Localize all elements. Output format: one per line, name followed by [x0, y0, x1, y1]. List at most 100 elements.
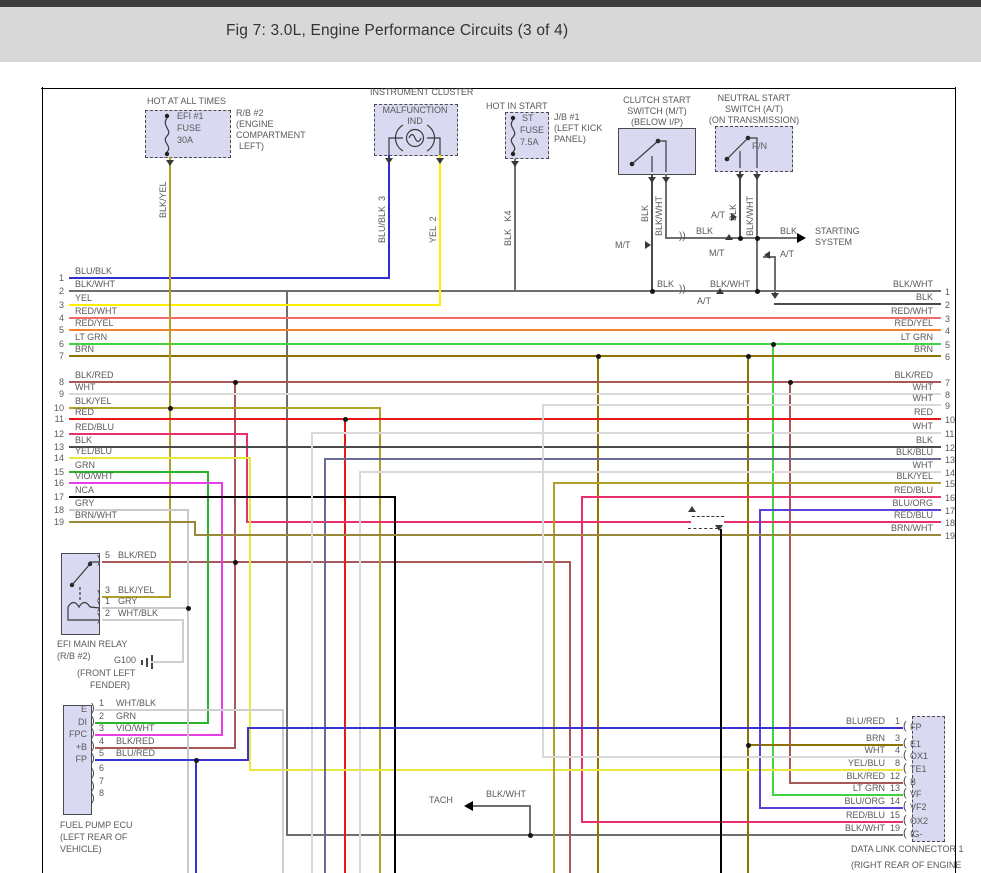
wire-blk-wht-2 — [286, 290, 288, 836]
dlc-pin-wire: LT GRN — [852, 783, 885, 793]
relay-pin-connector: ) — [97, 612, 101, 624]
ecu-pin-wire: VIO/WHT — [116, 723, 155, 733]
arrow-down — [753, 174, 761, 180]
wire-blk-wht-2 — [467, 805, 531, 807]
wire-lt-grn-6 — [69, 343, 941, 345]
fuse-icon — [164, 113, 170, 157]
arrow-up — [725, 234, 733, 240]
left-row-number: 4 — [58, 313, 64, 323]
wire-grn-15 — [207, 471, 209, 724]
relay-pin-number: 5 — [105, 550, 111, 560]
dlc-pin-name: VF2 — [910, 802, 927, 812]
label: INSTRUMENT CLUSTER — [370, 87, 474, 97]
right-row-wire-label: BLK/YEL — [896, 471, 933, 481]
junction-dot — [788, 380, 793, 385]
left-row-wire-label: RED — [75, 407, 95, 417]
wire-blu-blk-1 — [388, 155, 390, 279]
left-row-wire-label: RED/WHT — [75, 306, 117, 316]
ecu-pin-name: FPC — [69, 729, 87, 739]
relay-pin-wire: BLK/RED — [118, 550, 157, 560]
label: BLK — [780, 226, 798, 236]
wire-blu-red-fp — [95, 759, 249, 761]
wire-r2-blk — [774, 303, 941, 305]
label: A/T — [697, 296, 712, 306]
left-row-wire-label: VIO/WHT — [75, 471, 114, 481]
dlc-pin-wire: BRN — [865, 733, 885, 743]
right-row-wire-label: RED — [913, 407, 933, 417]
wire-blu-red-fp — [247, 727, 249, 761]
right-row-number: 17 — [945, 506, 956, 516]
ecu-pin-connector: ) — [91, 792, 95, 804]
label: R/B #2 — [236, 108, 264, 118]
label: BLK — [657, 279, 675, 289]
wire-wht-r9 — [542, 404, 941, 406]
ecu-pin-name: FP — [75, 754, 87, 764]
ecu-pin-wire: BLK/RED — [116, 736, 155, 746]
label: (LEFT REAR OF — [60, 832, 128, 842]
wire-blk-yel-10 — [169, 157, 171, 598]
dlc-pin-number: 15 — [889, 810, 900, 820]
ecu-pin-number: 3 — [99, 723, 105, 733]
wire-yel-blu-14 — [69, 457, 251, 459]
label: BLK/WHT — [745, 195, 755, 236]
label: SYSTEM — [815, 237, 853, 247]
dlc-pin-connector: ( — [903, 749, 907, 761]
arrow-up — [688, 506, 696, 512]
junction-dot — [233, 380, 238, 385]
right-row-number: 16 — [945, 493, 956, 503]
wire-nca-17 — [394, 496, 396, 873]
right-row-number: 11 — [945, 429, 955, 439]
left-row-number: 6 — [58, 339, 64, 349]
left-row-wire-label: BRN/WHT — [75, 510, 117, 520]
label: EFI #1 — [177, 111, 204, 121]
wire-blk-wht-2 — [69, 290, 941, 292]
wire-blu-red-fp — [247, 727, 903, 729]
dlc-pin-connector: ( — [903, 800, 907, 812]
wire-blu-blk-1 — [69, 277, 390, 279]
label: VEHICLE) — [60, 844, 102, 854]
wire-blk-red-8 — [102, 561, 571, 563]
arrow-down — [511, 161, 519, 167]
wire-yel-3 — [439, 155, 441, 306]
right-row-number: 7 — [945, 378, 951, 388]
arrow-down — [771, 293, 779, 299]
right-row-number: 2 — [945, 300, 951, 310]
dlc-pin-connector: ( — [903, 720, 907, 732]
dlc-pin-connector: ( — [903, 775, 907, 787]
arrow-down — [166, 160, 174, 166]
left-row-number: 18 — [53, 505, 64, 515]
ecu-pin-number: 8 — [99, 788, 105, 798]
ecu-pin-number: 2 — [99, 711, 105, 721]
wire-wht-r11 — [311, 432, 313, 873]
wire-red-wht-4 — [69, 317, 941, 319]
wire-blu-red-fp — [195, 759, 197, 873]
right-row-wire-label: BLK/WHT — [892, 279, 933, 289]
wire-brn-7 — [69, 355, 941, 357]
wire-wht-blk-ecu — [282, 709, 284, 873]
ecu-pin-number: 5 — [99, 748, 105, 758]
wire-red-blu-12 — [581, 496, 941, 498]
right-row-number: 13 — [945, 455, 956, 465]
left-row-number: 5 — [58, 325, 64, 335]
left-row-wire-label: YEL/BLU — [75, 446, 113, 456]
label: A/T — [711, 210, 726, 220]
wire-vio-wht-16 — [95, 734, 223, 736]
left-row-number: 9 — [58, 389, 64, 399]
left-row-wire-label: BLK — [75, 435, 93, 445]
dlc-pin-number: 14 — [889, 796, 900, 806]
dlc-pin-number: 1 — [894, 716, 900, 726]
arrow-right — [645, 241, 651, 249]
junction-dot — [528, 833, 533, 838]
label: G100 — [113, 655, 136, 665]
label: MALFUNCTION — [382, 105, 448, 115]
ecu-pin-connector: ) — [91, 740, 95, 752]
wire-blk-yel-r15 — [553, 482, 941, 484]
junction-dot — [186, 606, 191, 611]
right-row-wire-label: BRN/WHT — [891, 523, 933, 533]
ecu-pin-number: 1 — [99, 698, 105, 708]
label: 30A — [177, 135, 194, 145]
arrow-down — [736, 174, 744, 180]
right-row-wire-label: BRN — [913, 344, 933, 354]
label: BLK K4 — [503, 210, 513, 246]
dlc-pin-wire: BLU/RED — [845, 716, 885, 726]
